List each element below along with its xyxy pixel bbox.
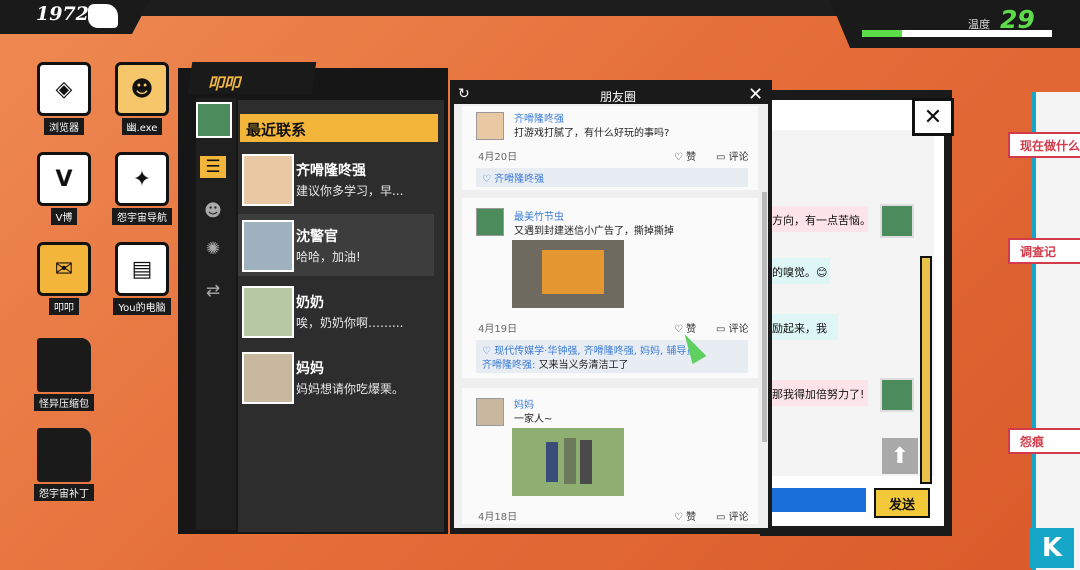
close-conversation-button[interactable]: ✕ bbox=[912, 98, 954, 136]
avatar bbox=[880, 204, 914, 238]
contacts-tab-icon[interactable]: ☻ bbox=[200, 200, 226, 222]
right-side-panel bbox=[1032, 92, 1080, 570]
recent-contacts-header: 最近联系 bbox=[240, 114, 438, 142]
desktop-icon-my-computer[interactable]: ▤ You的电脑 bbox=[102, 242, 182, 315]
message-bubble: 方向，有一点苦恼。 bbox=[772, 206, 868, 232]
v-logo-icon: V bbox=[37, 152, 91, 206]
likes-list: ♡ 齐嗗隆咚强 bbox=[476, 168, 748, 187]
avatar bbox=[880, 378, 914, 412]
desktop-icon-vbo[interactable]: V V博 bbox=[24, 152, 104, 225]
computer-icon: ▤ bbox=[115, 242, 169, 296]
close-icon[interactable]: ✕ bbox=[748, 84, 763, 105]
desktop-icon-universe-nav[interactable]: ✦ 怨宇宙导航 bbox=[102, 152, 182, 225]
send-button[interactable]: 发送 bbox=[874, 488, 930, 518]
chat-bird-icon: ✉ bbox=[37, 242, 91, 296]
desktop-icon-koukou[interactable]: ✉ 叩叩 bbox=[24, 242, 104, 315]
temperature-panel bbox=[830, 0, 1080, 48]
contact-item[interactable]: 沈警官 哈哈，加油! bbox=[238, 214, 434, 276]
comment-button[interactable]: ▭ 评论 bbox=[716, 508, 749, 523]
desktop-icon-weird-zip[interactable]: 怪异压缩包 bbox=[24, 338, 104, 411]
refresh-icon[interactable]: ↻ bbox=[458, 86, 470, 102]
avatar bbox=[476, 398, 504, 426]
k-menu-button[interactable]: K bbox=[1030, 528, 1074, 568]
scroll-up-icon[interactable]: ⬆ bbox=[882, 438, 918, 474]
moments-tab-icon[interactable]: ✺ bbox=[200, 238, 226, 260]
folder-icon bbox=[37, 428, 91, 482]
transfer-tab-icon[interactable]: ⇄ bbox=[200, 280, 226, 302]
chat-app-title: 叩叩 bbox=[208, 74, 241, 93]
message-bubble: 励起来，我 bbox=[772, 314, 838, 340]
side-tag-investigation[interactable]: 调查记 bbox=[1008, 238, 1080, 264]
temperature-bar-fill bbox=[862, 30, 902, 37]
contact-item[interactable]: 奶奶 唉，奶奶你啊……... bbox=[238, 280, 434, 342]
post-photo[interactable] bbox=[512, 240, 624, 308]
compass-icon: ✦ bbox=[115, 152, 169, 206]
comment-line: 齐嗗隆咚强: 又来当义务清洁工了 bbox=[476, 356, 748, 373]
like-button[interactable]: ♡ 赞 bbox=[674, 148, 696, 163]
my-avatar[interactable] bbox=[196, 102, 232, 138]
ghost-girl-icon: ☻ bbox=[115, 62, 169, 116]
desktop-icon-browser[interactable]: ◈ 浏览器 bbox=[24, 62, 104, 135]
year-label: 1972 bbox=[36, 3, 89, 25]
hand-logo-icon bbox=[88, 4, 118, 28]
message-bubble: 的嗅觉。😊 bbox=[772, 258, 830, 284]
conversation-area bbox=[772, 130, 934, 476]
desktop-icon-you-exe[interactable]: ☻ 幽.exe bbox=[102, 62, 182, 135]
avatar bbox=[242, 352, 294, 404]
message-bubble: 那我得加倍努力了! bbox=[772, 380, 868, 406]
folder-icon bbox=[37, 338, 91, 392]
avatar bbox=[242, 286, 294, 338]
side-tag-grudge[interactable]: 怨痕 bbox=[1008, 428, 1080, 454]
avatar bbox=[242, 220, 294, 272]
post-photo[interactable] bbox=[512, 428, 624, 496]
avatar bbox=[476, 112, 504, 140]
comment-button[interactable]: ▭ 评论 bbox=[716, 320, 749, 335]
like-button[interactable]: ♡ 赞 bbox=[674, 508, 696, 523]
moment-post: 最美竹节虫 又遇到封建迷信小广告了，撕掉撕掉 4月19日 ♡ 赞 ▭ 评论 ♡ … bbox=[462, 198, 758, 378]
contact-item[interactable]: 妈妈 妈妈想请你吃爆栗。 bbox=[238, 346, 434, 408]
contact-item[interactable]: 齐嗗隆咚强 建议你多学习，早... bbox=[238, 148, 434, 210]
messages-tab-icon[interactable]: ☰ bbox=[200, 156, 226, 178]
desktop-icon-universe-patch[interactable]: 怨宇宙补丁 bbox=[24, 428, 104, 501]
avatar bbox=[476, 208, 504, 236]
moment-post: 妈妈 一家人~ 4月18日 ♡ 赞 ▭ 评论 bbox=[462, 388, 758, 524]
side-tag-now[interactable]: 现在做什么 bbox=[1008, 132, 1080, 158]
comment-button[interactable]: ▭ 评论 bbox=[716, 148, 749, 163]
message-input[interactable] bbox=[772, 488, 866, 512]
moments-scrollbar[interactable] bbox=[762, 192, 767, 442]
avatar bbox=[242, 154, 294, 206]
moments-title: 朋友圈 bbox=[600, 90, 637, 104]
conversation-scrollbar[interactable] bbox=[920, 256, 932, 484]
browser-icon: ◈ bbox=[37, 62, 91, 116]
moment-post: 齐嗗隆咚强 打游戏打腻了，有什么好玩的事吗? 4月20日 ♡ 赞 ▭ 评论 ♡ … bbox=[462, 106, 758, 190]
